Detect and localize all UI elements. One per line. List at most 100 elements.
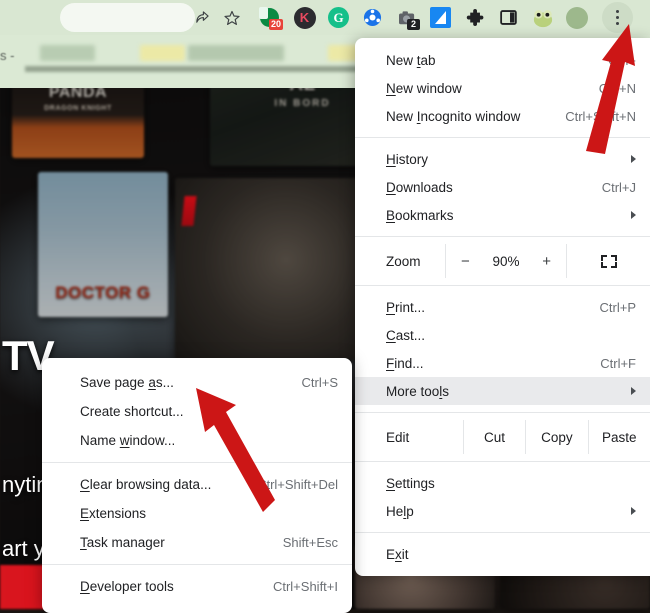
extension-camera-badge-count: 2 bbox=[407, 19, 420, 30]
puzzle-glyph bbox=[466, 8, 483, 26]
menu-item-more-tools[interactable]: More tools bbox=[355, 377, 650, 405]
profile-avatar-icon[interactable] bbox=[563, 4, 590, 31]
menu-separator bbox=[355, 137, 650, 138]
menu-item-exit[interactable]: Exit bbox=[355, 540, 650, 568]
submenu-item-extensions[interactable]: Extensions bbox=[42, 499, 352, 528]
poster-panda-subtitle: DRAGON KNIGHT bbox=[44, 105, 112, 112]
menu-item-label: Create shortcut... bbox=[80, 404, 184, 419]
menu-item-accelerator: Ctrl+S bbox=[301, 375, 338, 390]
submenu-item-task-manager[interactable]: Task manager Shift+Esc bbox=[42, 528, 352, 557]
chevron-right-icon bbox=[631, 507, 636, 515]
bookmark-star-icon[interactable] bbox=[218, 4, 245, 31]
zoom-in-button[interactable]: + bbox=[542, 253, 551, 270]
bookmark-chip[interactable] bbox=[40, 45, 95, 61]
menu-item-cast[interactable]: Cast... bbox=[355, 321, 650, 349]
frog-glyph bbox=[533, 9, 552, 27]
submenu-item-create-shortcut[interactable]: Create shortcut... bbox=[42, 397, 352, 426]
menu-separator bbox=[355, 461, 650, 462]
menu-separator bbox=[355, 236, 650, 237]
submenu-item-save-page-as[interactable]: Save page as... Ctrl+S bbox=[42, 368, 352, 397]
fullscreen-button[interactable] bbox=[567, 254, 650, 268]
menu-item-label: New tab bbox=[386, 52, 436, 68]
menu-item-bookmarks[interactable]: Bookmarks bbox=[355, 201, 650, 229]
star-glyph bbox=[223, 10, 240, 25]
extension-frog-icon[interactable] bbox=[529, 4, 556, 31]
menu-item-accelerator: Ctrl+Shift+I bbox=[272, 579, 338, 594]
menu-item-history[interactable]: History bbox=[355, 145, 650, 173]
extension-wheel-icon[interactable] bbox=[359, 4, 386, 31]
extension-badge-count: 20 bbox=[269, 19, 284, 30]
menu-item-accelerator: Ctrl+F bbox=[600, 355, 636, 371]
chevron-right-icon bbox=[631, 155, 636, 163]
zoom-label: Zoom bbox=[386, 253, 421, 269]
submenu-item-clear-browsing-data[interactable]: Clear browsing data... Ctrl+Shift+Del bbox=[42, 470, 352, 499]
menu-item-label: Task manager bbox=[80, 535, 165, 550]
menu-separator bbox=[355, 412, 650, 413]
bookmark-chip[interactable] bbox=[140, 45, 185, 61]
extension-grammarly-g-icon[interactable]: G bbox=[325, 4, 352, 31]
side-panel-glyph bbox=[500, 10, 517, 25]
side-panel-icon[interactable] bbox=[495, 4, 522, 31]
menu-item-label: Developer tools bbox=[80, 579, 174, 594]
menu-item-new-tab[interactable]: New tab Ctrl+ bbox=[355, 46, 650, 74]
extension-blue-page-icon[interactable] bbox=[427, 4, 454, 31]
omnibox-partial[interactable] bbox=[60, 3, 195, 32]
chrome-main-menu[interactable]: New tab Ctrl+ New window Ctrl+N New Inco… bbox=[355, 38, 650, 576]
menu-item-label: History bbox=[386, 151, 429, 167]
extension-camera-icon[interactable]: 2 bbox=[393, 4, 420, 31]
menu-item-label: Bookmarks bbox=[386, 207, 454, 223]
share-glyph bbox=[196, 11, 209, 23]
menu-item-settings[interactable]: Settings bbox=[355, 469, 650, 497]
menu-item-new-incognito-window[interactable]: New Incognito window Ctrl+Shift+N bbox=[355, 102, 650, 130]
more-tools-submenu[interactable]: Save page as... Ctrl+S Create shortcut..… bbox=[42, 358, 352, 613]
menu-item-label: Find... bbox=[386, 355, 424, 371]
menu-item-print[interactable]: Print... Ctrl+P bbox=[355, 293, 650, 321]
menu-item-accelerator: Ctrl+ bbox=[608, 52, 636, 68]
extension-g-letter: G bbox=[333, 9, 344, 25]
menu-item-label: More tools bbox=[386, 383, 450, 399]
menu-item-label: New window bbox=[386, 80, 462, 96]
poster-doctor-g: DOCTOR G bbox=[38, 172, 168, 317]
menu-item-accelerator: Shift+Esc bbox=[282, 535, 338, 550]
zoom-controls: − 90% + bbox=[446, 253, 566, 270]
menu-item-new-window[interactable]: New window Ctrl+N bbox=[355, 74, 650, 102]
extensions-puzzle-icon[interactable] bbox=[461, 4, 488, 31]
menu-separator bbox=[355, 285, 650, 286]
wheel-glyph bbox=[363, 8, 382, 27]
edit-cut-button[interactable]: Cut bbox=[464, 430, 525, 445]
submenu-item-developer-tools[interactable]: Developer tools Ctrl+Shift+I bbox=[42, 572, 352, 601]
bookmark-chip[interactable] bbox=[188, 45, 284, 61]
menu-item-label: Exit bbox=[386, 546, 409, 562]
submenu-item-name-window[interactable]: Name window... bbox=[42, 426, 352, 455]
menu-edit-row: Edit Cut Copy Paste bbox=[355, 420, 650, 454]
menu-item-find[interactable]: Find... Ctrl+F bbox=[355, 349, 650, 377]
edit-paste-button[interactable]: Paste bbox=[589, 430, 650, 445]
zoom-level-value: 90% bbox=[492, 253, 520, 269]
menu-item-label: Name window... bbox=[80, 433, 176, 448]
extension-k-icon[interactable]: K bbox=[291, 4, 318, 31]
chevron-right-icon bbox=[631, 387, 636, 395]
menu-item-label: Settings bbox=[386, 475, 435, 491]
zoom-out-button[interactable]: − bbox=[461, 253, 470, 270]
poster-doctor-g-title: DOCTOR G bbox=[55, 283, 151, 302]
edit-copy-button[interactable]: Copy bbox=[526, 430, 587, 445]
menu-item-downloads[interactable]: Downloads Ctrl+J bbox=[355, 173, 650, 201]
menu-item-accelerator: Ctrl+Shift+Del bbox=[257, 477, 338, 492]
menu-item-label: Clear browsing data... bbox=[80, 477, 212, 492]
browser-toolbar: 20 K G 2 bbox=[0, 0, 650, 35]
menu-item-label: Print... bbox=[386, 299, 426, 315]
edit-label: Edit bbox=[386, 429, 410, 445]
menu-item-label: Save page as... bbox=[80, 375, 174, 390]
fullscreen-icon bbox=[600, 254, 617, 268]
menu-item-accelerator: Ctrl+Shift+N bbox=[565, 108, 636, 124]
share-icon[interactable] bbox=[188, 4, 215, 31]
poster-characters-photo bbox=[175, 178, 360, 360]
three-dots-glyph bbox=[615, 9, 620, 26]
chrome-menu-three-dots[interactable] bbox=[602, 2, 633, 33]
extension-grammarly-icon[interactable]: 20 bbox=[256, 4, 284, 31]
menu-item-label: New Incognito window bbox=[386, 108, 521, 124]
menu-item-accelerator: Ctrl+N bbox=[598, 80, 636, 96]
menu-item-help[interactable]: Help bbox=[355, 497, 650, 525]
extension-k-letter: K bbox=[299, 10, 310, 25]
menu-item-accelerator: Ctrl+P bbox=[599, 299, 636, 315]
